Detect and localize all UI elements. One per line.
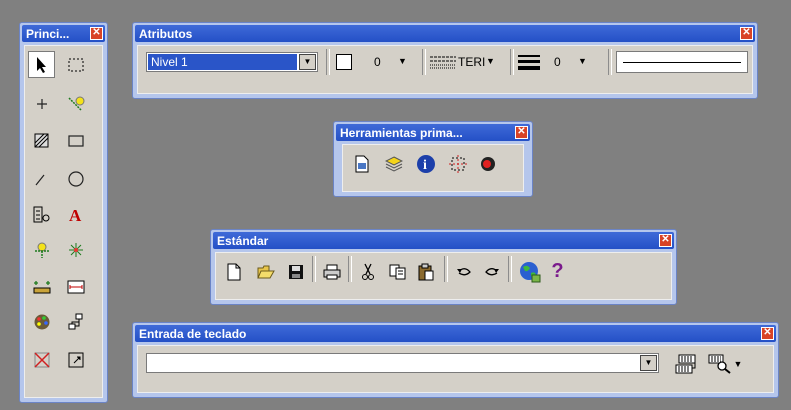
separator xyxy=(326,49,330,75)
circle-icon[interactable] xyxy=(62,165,89,192)
estandar-bar: ? xyxy=(215,252,672,300)
separator xyxy=(508,256,512,282)
keyin-input[interactable] xyxy=(149,355,627,371)
rectangle-icon[interactable] xyxy=(62,127,89,154)
star-point-icon[interactable] xyxy=(62,236,89,263)
atributos-toolbar: Atributos ✕ Nivel 1 ▼ 0 ▼ TERI ▼ 0 ▼ xyxy=(132,22,758,99)
atributos-title: Atributos xyxy=(139,27,193,41)
color-value: 0 xyxy=(374,55,381,69)
arc-line-icon[interactable] xyxy=(28,165,55,192)
level-combobox[interactable]: Nivel 1 ▼ xyxy=(146,52,318,72)
principal-toolbox: Princi... ✕ A xyxy=(19,22,108,403)
separator xyxy=(348,256,352,282)
fence-icon[interactable] xyxy=(62,346,89,373)
color-picker[interactable]: 0 ▼ xyxy=(334,51,410,73)
record-icon[interactable] xyxy=(474,150,501,177)
dropdown-arrow-icon: ▼ xyxy=(398,56,407,66)
estandar-toolbar: Estándar ✕ ? xyxy=(210,229,677,305)
keyin-submit-icon[interactable] xyxy=(672,350,699,377)
line-weight-picker[interactable]: 0 ▼ xyxy=(516,51,600,73)
measure-icon[interactable] xyxy=(28,272,55,299)
line-weight-value: 0 xyxy=(554,55,561,69)
hatch-area-icon[interactable] xyxy=(28,127,55,154)
separator xyxy=(312,256,316,282)
undo-icon[interactable] xyxy=(450,258,477,285)
open-icon[interactable] xyxy=(252,258,279,285)
save-icon[interactable] xyxy=(282,258,309,285)
bulb-line-icon[interactable] xyxy=(62,90,89,117)
svg-text:i: i xyxy=(423,158,427,173)
line-style-label: TERI xyxy=(458,55,486,69)
dropdown-arrow-icon: ▼ xyxy=(733,358,743,369)
close-icon[interactable]: ✕ xyxy=(515,126,528,139)
separator xyxy=(608,49,612,75)
palette-icon[interactable] xyxy=(28,308,55,335)
select-arrow-icon[interactable] xyxy=(28,51,55,78)
estandar-title: Estándar xyxy=(217,234,269,248)
close-icon[interactable]: ✕ xyxy=(740,27,753,40)
paste-icon[interactable] xyxy=(412,258,439,285)
globe-icon[interactable] xyxy=(516,258,543,285)
chevron-down-icon[interactable]: ▼ xyxy=(640,355,657,371)
close-icon[interactable]: ✕ xyxy=(761,327,774,340)
layers-icon[interactable] xyxy=(380,150,407,177)
lamp-dim-icon[interactable] xyxy=(28,236,55,263)
dimension-icon[interactable] xyxy=(62,272,89,299)
chevron-down-icon[interactable]: ▼ xyxy=(299,54,316,70)
rect-select-icon[interactable] xyxy=(62,51,89,78)
close-icon[interactable]: ✕ xyxy=(659,234,672,247)
help-icon[interactable]: ? xyxy=(544,258,571,285)
principal-tools: A xyxy=(24,45,103,398)
principal-titlebar[interactable]: Princi... ✕ xyxy=(22,25,105,42)
help-label: ? xyxy=(551,260,564,282)
snap-icon[interactable] xyxy=(444,150,471,177)
separator xyxy=(444,256,448,282)
teclado-bar: ▼ ▼ xyxy=(137,345,774,393)
herramientas-toolbar: Herramientas prima... ✕ i xyxy=(333,121,533,197)
point-plus-icon[interactable] xyxy=(28,90,55,117)
print-icon[interactable] xyxy=(318,258,345,285)
level-value: Nivel 1 xyxy=(151,55,188,69)
dropdown-arrow-icon: ▼ xyxy=(486,56,495,66)
teclado-titlebar[interactable]: Entrada de teclado ✕ xyxy=(135,325,776,342)
keyin-browse-icon[interactable]: ▼ xyxy=(706,350,744,377)
line-preview[interactable] xyxy=(616,51,748,73)
herramientas-bar: i xyxy=(342,144,524,192)
cell-place-icon[interactable] xyxy=(28,201,55,228)
dropdown-arrow-icon: ▼ xyxy=(578,56,587,66)
atributos-titlebar[interactable]: Atributos ✕ xyxy=(135,25,755,42)
herramientas-titlebar[interactable]: Herramientas prima... ✕ xyxy=(336,124,530,141)
principal-title: Princi... xyxy=(26,27,70,41)
teclado-toolbar: Entrada de teclado ✕ ▼ ▼ xyxy=(132,322,779,398)
color-swatch xyxy=(336,54,352,70)
close-icon[interactable]: ✕ xyxy=(90,27,103,40)
separator xyxy=(510,49,514,75)
atributos-bar: Nivel 1 ▼ 0 ▼ TERI ▼ 0 ▼ xyxy=(137,45,753,94)
herramientas-title: Herramientas prima... xyxy=(340,126,463,140)
file-icon[interactable] xyxy=(348,150,375,177)
text-a-icon[interactable]: A xyxy=(62,201,89,228)
info-icon[interactable]: i xyxy=(412,150,439,177)
separator xyxy=(422,49,426,75)
svg-text:A: A xyxy=(69,206,82,224)
keyin-combobox[interactable]: ▼ xyxy=(146,353,659,373)
estandar-titlebar[interactable]: Estándar ✕ xyxy=(213,232,674,249)
line-style-picker[interactable]: TERI ▼ xyxy=(428,51,508,73)
delete-x-icon[interactable] xyxy=(28,346,55,373)
new-file-icon[interactable] xyxy=(220,258,247,285)
tree-icon[interactable] xyxy=(62,308,89,335)
copy-icon[interactable] xyxy=(384,258,411,285)
line-weight-icon xyxy=(518,55,540,70)
teclado-title: Entrada de teclado xyxy=(139,327,247,341)
cut-icon[interactable] xyxy=(354,258,381,285)
redo-icon[interactable] xyxy=(478,258,505,285)
line-style-icon xyxy=(430,56,456,69)
